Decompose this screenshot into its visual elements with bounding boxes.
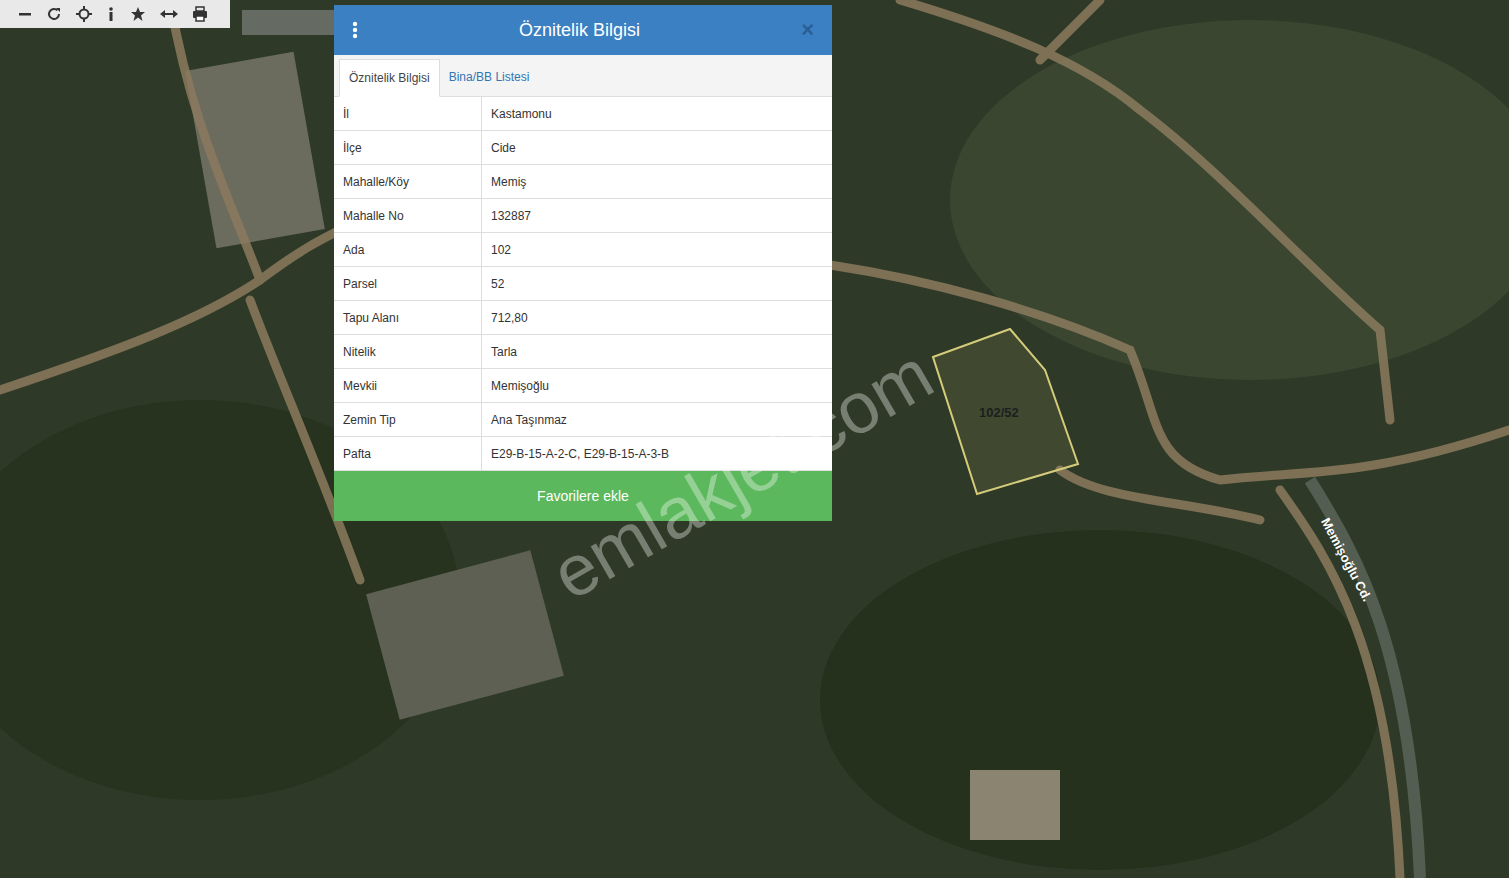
attribute-value: 712,80 xyxy=(482,301,832,334)
attribute-name: Pafta xyxy=(334,437,482,470)
attribute-value: Kastamonu xyxy=(482,97,832,130)
attribute-table: İlKastamonuİlçeCideMahalle/KöyMemişMahal… xyxy=(334,97,832,471)
attribute-name: Mevkii xyxy=(334,369,482,402)
attribute-name: Mahalle No xyxy=(334,199,482,232)
attribute-name: Parsel xyxy=(334,267,482,300)
refresh-icon[interactable] xyxy=(46,6,62,22)
map-view[interactable]: 102/52 Memişoğlu Cd. Öznitelik Bilgisi×Ö… xyxy=(0,0,1509,878)
table-row: Ada102 xyxy=(334,233,832,267)
attribute-name: Ada xyxy=(334,233,482,266)
popup-title: Öznitelik Bilgisi xyxy=(358,17,801,44)
tab[interactable]: Öznitelik Bilgisi xyxy=(339,59,440,97)
table-row: NitelikTarla xyxy=(334,335,832,369)
table-row: Mahalle/KöyMemiş xyxy=(334,165,832,199)
menu-icon[interactable] xyxy=(352,21,358,39)
watermark: emlakjet.com xyxy=(531,321,952,627)
table-row: Mahalle No132887 xyxy=(334,199,832,233)
attribute-value: 132887 xyxy=(482,199,832,232)
tab-bar: Öznitelik BilgisiBina/BB Listesi xyxy=(334,55,832,97)
attribute-name: İl xyxy=(334,97,482,130)
locate-icon[interactable] xyxy=(76,6,92,22)
attribute-value: Ana Taşınmaz xyxy=(482,403,832,436)
attribute-value: 102 xyxy=(482,233,832,266)
attribute-value: E29-B-15-A-2-C, E29-B-15-A-3-B xyxy=(482,437,832,470)
table-row: Tapu Alanı712,80 xyxy=(334,301,832,335)
parcel-label: 102/52 xyxy=(979,403,1019,423)
attribute-name: Mahalle/Köy xyxy=(334,165,482,198)
zoom-out-icon[interactable] xyxy=(18,7,32,21)
popup-header: Öznitelik Bilgisi× xyxy=(334,5,832,55)
measure-icon[interactable] xyxy=(160,7,178,21)
table-row: PaftaE29-B-15-A-2-C, E29-B-15-A-3-B xyxy=(334,437,832,471)
attribute-name: Zemin Tip xyxy=(334,403,482,436)
attribute-value: Tarla xyxy=(482,335,832,368)
attribute-name: İlçe xyxy=(334,131,482,164)
attribute-value: Memiş xyxy=(482,165,832,198)
favorite-button[interactable]: Favorilere ekle xyxy=(334,471,832,521)
attribute-name: Tapu Alanı xyxy=(334,301,482,334)
table-row: MevkiiMemişoğlu xyxy=(334,369,832,403)
search-box[interactable] xyxy=(242,10,335,35)
info-icon[interactable] xyxy=(106,6,116,22)
attribute-name: Nitelik xyxy=(334,335,482,368)
close-button[interactable]: × xyxy=(801,19,814,41)
print-icon[interactable] xyxy=(192,6,208,22)
table-row: İlçeCide xyxy=(334,131,832,165)
attribute-popup: Öznitelik Bilgisi×Öznitelik BilgisiBina/… xyxy=(334,5,832,521)
attribute-value: Cide xyxy=(482,131,832,164)
map-toolbar xyxy=(0,0,230,28)
table-row: İlKastamonu xyxy=(334,97,832,131)
table-row: Parsel52 xyxy=(334,267,832,301)
attribute-value: 52 xyxy=(482,267,832,300)
star-icon[interactable] xyxy=(130,6,146,22)
table-row: Zemin TipAna Taşınmaz xyxy=(334,403,832,437)
tab[interactable]: Bina/BB Listesi xyxy=(440,58,539,96)
attribute-value: Memişoğlu xyxy=(482,369,832,402)
